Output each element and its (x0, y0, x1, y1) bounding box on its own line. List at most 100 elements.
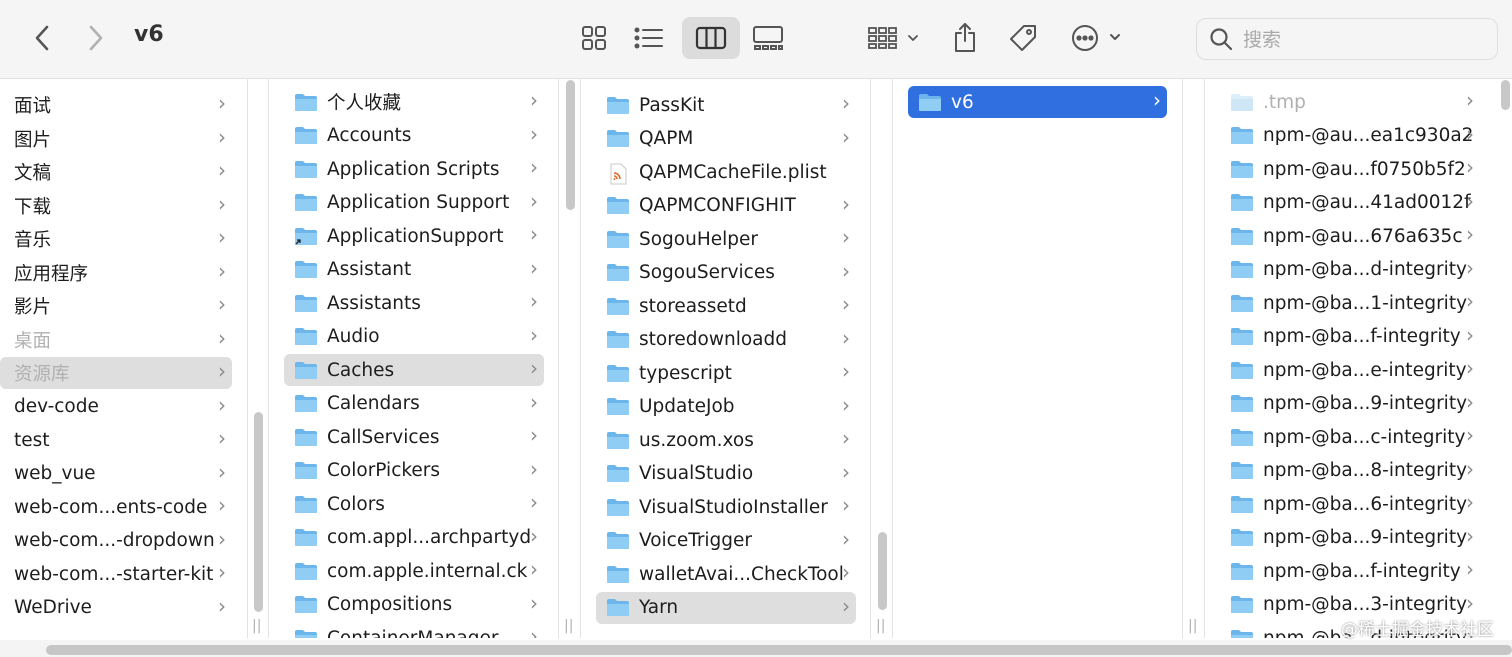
list-item[interactable]: QAPMCacheFile.plist (596, 156, 856, 188)
sidebar-list-item[interactable]: web-com...-dropdown › (0, 525, 232, 557)
item-label: npm-@ba...f-integrity (1263, 326, 1461, 347)
scrollbar[interactable] (1501, 80, 1510, 110)
column-view-icon[interactable] (692, 22, 730, 54)
list-item[interactable]: Assistant › (284, 254, 544, 286)
folder-icon (606, 531, 630, 550)
group-menu-icon[interactable] (866, 22, 922, 54)
chevron-right-icon: › (842, 325, 850, 350)
sidebar-list-item[interactable]: 影片 › (0, 290, 232, 322)
folder-icon (294, 93, 318, 112)
toolbar: v6 (0, 0, 1512, 79)
list-item[interactable]: VisualStudioInstaller › (596, 491, 856, 523)
folder-icon (606, 196, 630, 215)
chevron-right-icon: › (218, 426, 226, 450)
sidebar-list-item[interactable]: dev-code › (0, 391, 232, 423)
list-item[interactable]: Caches › (284, 354, 544, 386)
more-actions-icon[interactable] (1068, 22, 1128, 54)
list-item[interactable]: walletAvai...CheckTool › (596, 558, 856, 590)
sidebar-list-item[interactable]: 音乐 › (0, 223, 232, 255)
list-item[interactable]: npm-@ba...1-integrity › (1220, 287, 1480, 319)
sidebar-list-item[interactable]: 图片 › (0, 123, 232, 155)
item-label: 文稿 (14, 163, 52, 184)
list-item[interactable]: npm-@ba...f-integrity › (1220, 321, 1480, 353)
window-title: v6 (134, 22, 164, 47)
list-item[interactable]: Calendars › (284, 388, 544, 420)
sidebar-list-item[interactable]: WeDrive › (0, 592, 232, 624)
tag-icon[interactable] (1006, 22, 1040, 54)
icon-view-icon[interactable] (578, 22, 610, 54)
sidebar-list-item[interactable]: 文稿 › (0, 156, 232, 188)
item-label: SogouHelper (639, 228, 759, 250)
sidebar-list-item[interactable]: web_vue › (0, 458, 232, 490)
list-item[interactable]: Compositions › (284, 589, 544, 621)
list-item[interactable]: npm-@ba...c-integrity › (1220, 421, 1480, 453)
list-item[interactable]: Accounts › (284, 120, 544, 152)
sidebar-list-item[interactable]: 应用程序 › (0, 257, 232, 289)
horizontal-scrollbar[interactable] (46, 645, 1512, 655)
list-item[interactable]: npm-@ba...8-integrity › (1220, 455, 1480, 487)
list-item[interactable]: ContainerManager › (284, 622, 544, 638)
list-item[interactable]: npm-@au...f0750b5f2 › (1220, 153, 1480, 185)
sidebar-list-item[interactable]: test › (0, 424, 232, 456)
list-item[interactable]: com.apple.internal.ck › (284, 555, 544, 587)
list-item[interactable]: npm-@au...ea1c930a2 › (1220, 120, 1480, 152)
sidebar-list-item[interactable]: 面试 › (0, 89, 232, 121)
forward-icon[interactable] (84, 22, 108, 54)
list-item[interactable]: Application Scripts › (284, 153, 544, 185)
list-item[interactable]: npm-@ba...f-integrity › (1220, 555, 1480, 587)
list-item[interactable]: npm-@au...676a635c › (1220, 220, 1480, 252)
list-item[interactable]: ApplicationSupport › (284, 220, 544, 252)
list-item[interactable]: storeassetd › (596, 290, 856, 322)
sidebar-list-item[interactable]: web-com...ents-code › (0, 491, 232, 523)
column-resize-handle[interactable]: || (252, 618, 261, 634)
list-item[interactable]: storedownloadd › (596, 324, 856, 356)
list-item[interactable]: 个人收藏 › (284, 86, 544, 118)
list-item[interactable]: npm-@ba...9-integrity › (1220, 388, 1480, 420)
sidebar-list-item[interactable]: 桌面 › (0, 324, 232, 356)
list-view-icon[interactable] (632, 22, 666, 54)
list-item[interactable]: com.appl...archpartyd › (284, 522, 544, 554)
list-item[interactable]: SogouServices › (596, 257, 856, 289)
list-item[interactable]: CallServices › (284, 421, 544, 453)
list-item[interactable]: us.zoom.xos › (596, 424, 856, 456)
scrollbar[interactable] (566, 80, 575, 210)
gallery-view-icon[interactable] (750, 22, 786, 54)
list-item[interactable]: Assistants › (284, 287, 544, 319)
column-resize-handle[interactable]: || (876, 618, 885, 634)
chevron-right-icon: › (842, 124, 850, 149)
list-item[interactable]: PassKit › (596, 89, 856, 121)
list-item[interactable]: v6 › (908, 86, 1167, 118)
list-item[interactable]: Application Support › (284, 187, 544, 219)
list-item[interactable]: UpdateJob › (596, 391, 856, 423)
list-item[interactable]: QAPMCONFIGHIT › (596, 190, 856, 222)
list-item[interactable]: npm-@ba...e-integrity › (1220, 354, 1480, 386)
list-item[interactable]: npm-@ba...d-integrity › (1220, 254, 1480, 286)
list-item[interactable]: npm-@ba...6-integrity › (1220, 488, 1480, 520)
column-resize-handle[interactable]: || (564, 618, 573, 634)
list-item[interactable]: Colors › (284, 488, 544, 520)
scrollbar[interactable] (878, 532, 887, 610)
list-item[interactable]: npm-@ba...9-integrity › (1220, 522, 1480, 554)
chevron-right-icon: › (530, 389, 538, 414)
column-resize-handle[interactable]: || (1188, 618, 1197, 634)
share-icon[interactable] (950, 20, 980, 54)
list-item[interactable]: npm-@au...41ad0012f › (1220, 187, 1480, 219)
list-item[interactable]: VisualStudio › (596, 458, 856, 490)
folder-alias-icon (294, 227, 318, 246)
column-divider (892, 78, 893, 638)
list-item[interactable]: ColorPickers › (284, 455, 544, 487)
list-item[interactable]: VoiceTrigger › (596, 525, 856, 557)
sidebar-list-item[interactable]: web-com...-starter-kit › (0, 558, 232, 590)
sidebar-list-item[interactable]: 资源库 › (0, 357, 232, 389)
list-item[interactable]: SogouHelper › (596, 223, 856, 255)
sidebar-list-item[interactable]: 下载 › (0, 190, 232, 222)
back-icon[interactable] (30, 22, 54, 54)
search-input[interactable] (1241, 19, 1485, 61)
scrollbar[interactable] (254, 412, 263, 612)
list-item[interactable]: typescript › (596, 357, 856, 389)
list-item[interactable]: Yarn › (596, 591, 856, 624)
list-item[interactable]: .tmp › (1220, 86, 1480, 118)
list-item[interactable]: QAPM › (596, 123, 856, 155)
list-item[interactable]: Audio › (284, 321, 544, 353)
search-field[interactable] (1196, 18, 1498, 61)
